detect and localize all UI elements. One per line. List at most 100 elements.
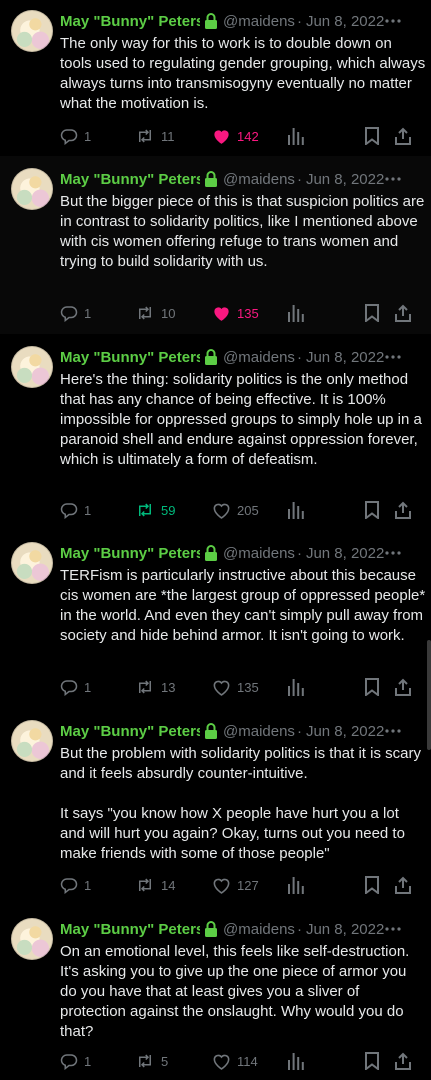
- views-button[interactable]: [288, 500, 304, 520]
- like-button[interactable]: 135: [212, 303, 259, 323]
- reply-button[interactable]: 1: [60, 126, 91, 146]
- bookmark-button[interactable]: [364, 875, 380, 895]
- author-handle[interactable]: @maidens: [223, 723, 295, 740]
- bookmark-icon: [365, 304, 379, 322]
- share-button[interactable]: [395, 1051, 411, 1071]
- tweet-date[interactable]: Jun 8, 2022: [306, 13, 384, 30]
- reply-count: 1: [84, 1053, 92, 1069]
- more-icon[interactable]: [385, 171, 401, 187]
- more-icon[interactable]: [385, 349, 401, 365]
- bookmark-button[interactable]: [364, 1051, 380, 1071]
- more-icon[interactable]: [385, 723, 401, 739]
- bookmark-icon: [365, 876, 379, 894]
- like-button[interactable]: 205: [212, 500, 259, 520]
- views-button[interactable]: [288, 126, 304, 146]
- tweet-date[interactable]: Jun 8, 2022: [306, 545, 384, 562]
- share-button[interactable]: [395, 677, 411, 697]
- tweet-date[interactable]: Jun 8, 2022: [306, 723, 384, 740]
- author-name[interactable]: May "Bunny" Peters: [60, 13, 200, 30]
- like-button[interactable]: 142: [212, 126, 259, 146]
- bookmark-button[interactable]: [364, 500, 380, 520]
- like-count: 135: [237, 305, 259, 321]
- tweet-header: May "Bunny" Peters @maidens · Jun 8, 202…: [60, 542, 423, 564]
- lock-icon: [203, 170, 219, 188]
- tweet[interactable]: May "Bunny" Peters @maidens · Jun 8, 202…: [0, 334, 431, 530]
- like-icon: [213, 1054, 230, 1070]
- bookmark-button[interactable]: [364, 677, 380, 697]
- reply-button[interactable]: 1: [60, 303, 91, 323]
- lock-icon: [203, 544, 219, 562]
- reply-button[interactable]: 1: [60, 677, 91, 697]
- avatar[interactable]: [11, 10, 53, 52]
- tweet-text: On an emotional level, this feels like s…: [60, 943, 414, 1040]
- tweet-text: The only way for this to work is to doub…: [60, 35, 430, 112]
- retweet-icon: [139, 503, 151, 517]
- tweet[interactable]: May "Bunny" Peters @maidens · Jun 8, 202…: [0, 530, 431, 708]
- author-handle[interactable]: @maidens: [223, 171, 295, 188]
- author-name[interactable]: May "Bunny" Peters: [60, 723, 200, 740]
- retweet-button[interactable]: 59: [135, 500, 175, 520]
- retweet-button[interactable]: 10: [135, 303, 175, 323]
- retweet-button[interactable]: 5: [135, 1051, 168, 1071]
- author-name[interactable]: May "Bunny" Peters: [60, 921, 200, 938]
- bookmark-button[interactable]: [364, 126, 380, 146]
- tweet[interactable]: May "Bunny" Peters @maidens · Jun 8, 202…: [0, 906, 431, 1080]
- avatar[interactable]: [11, 720, 53, 762]
- more-icon[interactable]: [385, 545, 401, 561]
- author-handle[interactable]: @maidens: [223, 13, 295, 30]
- share-button[interactable]: [395, 500, 411, 520]
- tweet-date[interactable]: Jun 8, 2022: [306, 921, 384, 938]
- author-name[interactable]: May "Bunny" Peters: [60, 545, 200, 562]
- retweet-icon: [139, 680, 151, 694]
- retweet-count: 11: [161, 128, 175, 144]
- avatar[interactable]: [11, 346, 53, 388]
- share-button[interactable]: [395, 126, 411, 146]
- like-button[interactable]: 114: [212, 1051, 258, 1071]
- tweet-date[interactable]: Jun 8, 2022: [306, 171, 384, 188]
- author-name[interactable]: May "Bunny" Peters: [60, 171, 200, 188]
- tweet-actions: 1 14 127: [60, 875, 420, 895]
- views-icon: [288, 679, 304, 696]
- avatar[interactable]: [11, 918, 53, 960]
- avatar[interactable]: [11, 542, 53, 584]
- separator-dot: ·: [296, 544, 302, 562]
- more-icon[interactable]: [385, 13, 401, 29]
- lock-icon: [203, 12, 219, 30]
- tweet-date[interactable]: Jun 8, 2022: [306, 349, 384, 366]
- views-icon: [288, 128, 304, 145]
- separator-dot: ·: [296, 170, 302, 188]
- reply-button[interactable]: 1: [60, 875, 91, 895]
- like-button[interactable]: 135: [212, 677, 259, 697]
- reply-count: 1: [84, 305, 92, 321]
- views-button[interactable]: [288, 677, 304, 697]
- author-handle[interactable]: @maidens: [223, 349, 295, 366]
- share-button[interactable]: [395, 875, 411, 895]
- views-button[interactable]: [288, 1051, 304, 1071]
- reply-button[interactable]: 1: [60, 1051, 91, 1071]
- share-icon: [395, 678, 411, 696]
- bookmark-button[interactable]: [364, 303, 380, 323]
- scrollbar[interactable]: [427, 640, 431, 750]
- reply-icon: [60, 1054, 78, 1070]
- more-icon[interactable]: [385, 921, 401, 937]
- tweet-header: May "Bunny" Peters @maidens · Jun 8, 202…: [60, 918, 423, 940]
- retweet-button[interactable]: 13: [135, 677, 175, 697]
- tweet[interactable]: May "Bunny" Peters @maidens · Jun 8, 202…: [0, 0, 431, 156]
- retweet-icon: [139, 878, 151, 892]
- tweet-actions: 1 11 142: [60, 126, 420, 146]
- author-handle[interactable]: @maidens: [223, 545, 295, 562]
- avatar[interactable]: [11, 168, 53, 210]
- share-button[interactable]: [395, 303, 411, 323]
- views-button[interactable]: [288, 875, 304, 895]
- retweet-button[interactable]: 14: [135, 875, 175, 895]
- like-button[interactable]: 127: [212, 875, 259, 895]
- author-name[interactable]: May "Bunny" Peters: [60, 349, 200, 366]
- bookmark-icon: [365, 127, 379, 145]
- retweet-button[interactable]: 11: [135, 126, 175, 146]
- views-button[interactable]: [288, 303, 304, 323]
- tweet[interactable]: May "Bunny" Peters @maidens · Jun 8, 202…: [0, 156, 431, 334]
- tweet[interactable]: May "Bunny" Peters @maidens · Jun 8, 202…: [0, 708, 431, 906]
- reply-icon: [60, 503, 78, 519]
- author-handle[interactable]: @maidens: [223, 921, 295, 938]
- reply-button[interactable]: 1: [60, 500, 91, 520]
